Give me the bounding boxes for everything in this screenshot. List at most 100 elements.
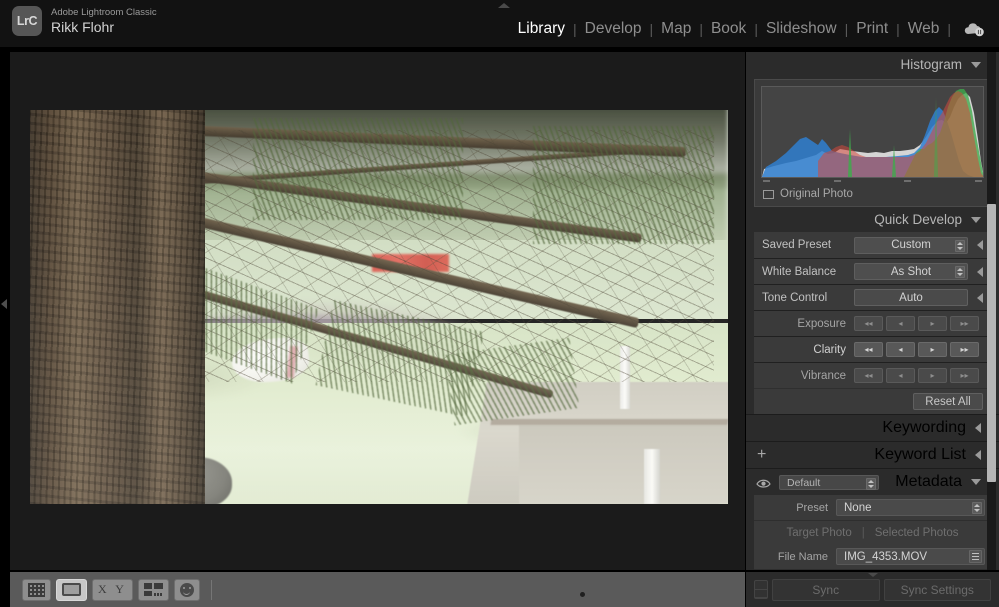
original-photo-label: Original Photo <box>780 188 853 200</box>
survey-icon <box>143 583 163 596</box>
metadata-preset-label: Preset <box>796 501 828 514</box>
module-develop[interactable]: Develop <box>577 20 650 38</box>
auto-tone-button[interactable]: Auto <box>854 289 968 306</box>
tone-control-collapse-icon[interactable] <box>977 292 983 303</box>
keywording-title: Keywording <box>882 419 966 436</box>
module-print[interactable]: Print <box>848 20 896 38</box>
chevron-down-icon[interactable] <box>971 216 981 223</box>
eye-icon[interactable] <box>756 476 771 488</box>
tab-separator: | <box>861 526 865 539</box>
identity-block: LrC Adobe Lightroom Classic Rikk Flohr <box>12 6 157 36</box>
compare-xy-icon: X Y <box>98 582 127 596</box>
chevron-left-icon[interactable] <box>975 423 981 433</box>
chevron-down-icon[interactable] <box>971 479 981 485</box>
vibrance-increase[interactable]: ▸ <box>918 368 947 383</box>
module-web[interactable]: Web <box>900 20 948 38</box>
lrc-logo-icon: LrC <box>12 6 42 36</box>
exposure-increase[interactable]: ▸ <box>918 316 947 331</box>
white-balance-value: As Shot <box>890 265 932 278</box>
vibrance-increase-big[interactable]: ▸▸ <box>950 368 979 383</box>
vibrance-steppers: ◂◂ ◂ ▸ ▸▸ <box>854 368 979 383</box>
sync-button[interactable]: Sync <box>772 578 880 601</box>
people-view-button[interactable] <box>173 578 200 601</box>
survey-view-button[interactable] <box>137 578 169 601</box>
metadata-view-dropdown[interactable]: Default <box>779 475 879 490</box>
stepper-icon[interactable] <box>955 266 965 278</box>
quick-develop-panel-header[interactable]: Quick Develop <box>746 207 999 232</box>
keyword-list-title: Keyword List <box>874 446 966 463</box>
target-photo-tab[interactable]: Target Photo <box>787 527 852 539</box>
exposure-decrease-big[interactable]: ◂◂ <box>854 316 883 331</box>
white-balance-collapse-icon[interactable] <box>977 266 983 277</box>
module-map[interactable]: Map <box>653 20 699 38</box>
compare-view-button[interactable]: X Y <box>92 578 133 601</box>
white-balance-dropdown[interactable]: As Shot <box>854 263 968 280</box>
saved-preset-collapse-icon[interactable] <box>977 240 983 250</box>
right-panel-scrollbar[interactable] <box>987 52 996 570</box>
metadata-preset-row: Preset None <box>754 495 991 520</box>
keywording-panel-header[interactable]: Keywording <box>746 414 999 441</box>
selected-photos-tab[interactable]: Selected Photos <box>875 527 959 539</box>
sync-bar: Sync Sync Settings <box>746 572 999 607</box>
metadata-body: Preset None <box>754 495 991 520</box>
metadata-view-value: Default <box>787 476 821 489</box>
chevron-left-icon[interactable] <box>975 450 981 460</box>
module-slideshow[interactable]: Slideshow <box>758 20 845 38</box>
histogram-chart[interactable] <box>761 86 984 178</box>
vibrance-decrease[interactable]: ◂ <box>886 368 915 383</box>
stepper-icon[interactable] <box>866 478 876 490</box>
module-library[interactable]: Library <box>510 20 573 38</box>
metadata-preset-value: None <box>844 501 872 514</box>
user-name-label: Rikk Flohr <box>51 19 115 35</box>
tone-control-label: Tone Control <box>762 291 828 304</box>
sync-mode-toggle[interactable] <box>754 580 768 599</box>
view-toolbar: X Y <box>10 572 745 607</box>
file-name-label: File Name <box>777 550 828 563</box>
saved-preset-label: Saved Preset <box>762 239 832 251</box>
tone-control-row: Tone Control Auto <box>754 284 991 310</box>
loupe-view-button[interactable] <box>56 578 87 601</box>
metadata-panel-header[interactable]: Default Metadata <box>746 468 999 495</box>
metadata-fields: File Name IMG_4353.MOV Folder Desktop <box>754 544 991 570</box>
stepper-icon[interactable] <box>972 502 982 514</box>
sync-settings-button[interactable]: Sync Settings <box>883 578 991 601</box>
clarity-decrease-big[interactable]: ◂◂ <box>854 342 883 357</box>
histogram-panel: Original Photo <box>754 79 991 207</box>
chevron-down-icon[interactable] <box>971 61 981 68</box>
saved-preset-dropdown[interactable]: Custom <box>854 236 968 254</box>
exposure-decrease[interactable]: ◂ <box>886 316 915 331</box>
right-panel-collapse-arrow[interactable] <box>866 572 880 578</box>
histogram-panel-header[interactable]: Histogram <box>746 52 999 77</box>
scrollbar-thumb[interactable] <box>987 204 996 482</box>
loupe-icon <box>62 583 81 596</box>
photo-image <box>30 110 728 504</box>
keyword-list-panel-header[interactable]: + Keyword List <box>746 441 999 468</box>
module-picker: Library | Develop | Map | Book | Slidesh… <box>510 20 985 38</box>
add-keyword-icon[interactable]: + <box>757 447 766 463</box>
reset-all-button[interactable]: Reset All <box>913 393 983 410</box>
clarity-decrease[interactable]: ◂ <box>886 342 915 357</box>
file-name-action-icon[interactable] <box>969 550 982 563</box>
exposure-increase-big[interactable]: ▸▸ <box>950 316 979 331</box>
left-panel-collapse-arrow[interactable] <box>0 297 9 311</box>
cloud-sync-paused-icon[interactable] <box>963 21 985 37</box>
module-book[interactable]: Book <box>703 20 754 38</box>
metadata-preset-dropdown[interactable]: None <box>836 499 985 516</box>
original-photo-icon <box>763 189 774 199</box>
original-photo-toggle[interactable]: Original Photo <box>761 182 984 202</box>
top-panel-collapse-arrow[interactable] <box>495 1 513 9</box>
vibrance-decrease-big[interactable]: ◂◂ <box>854 368 883 383</box>
grid-view-button[interactable] <box>22 578 51 601</box>
metadata-title: Metadata <box>895 473 962 490</box>
loupe-photo[interactable] <box>30 110 728 504</box>
center-content-area: 00:03 <box>10 52 745 607</box>
vibrance-row: Vibrance ◂◂ ◂ ▸ ▸▸ <box>754 362 991 388</box>
clarity-increase[interactable]: ▸ <box>918 342 947 357</box>
reset-all-row: Reset All <box>754 388 991 414</box>
clarity-label: Clarity <box>813 343 846 356</box>
clarity-increase-big[interactable]: ▸▸ <box>950 342 979 357</box>
stepper-icon[interactable] <box>955 239 965 252</box>
file-name-field[interactable]: IMG_4353.MOV <box>836 548 985 565</box>
white-balance-row: White Balance As Shot <box>754 258 991 284</box>
quick-develop-title: Quick Develop <box>874 212 962 227</box>
